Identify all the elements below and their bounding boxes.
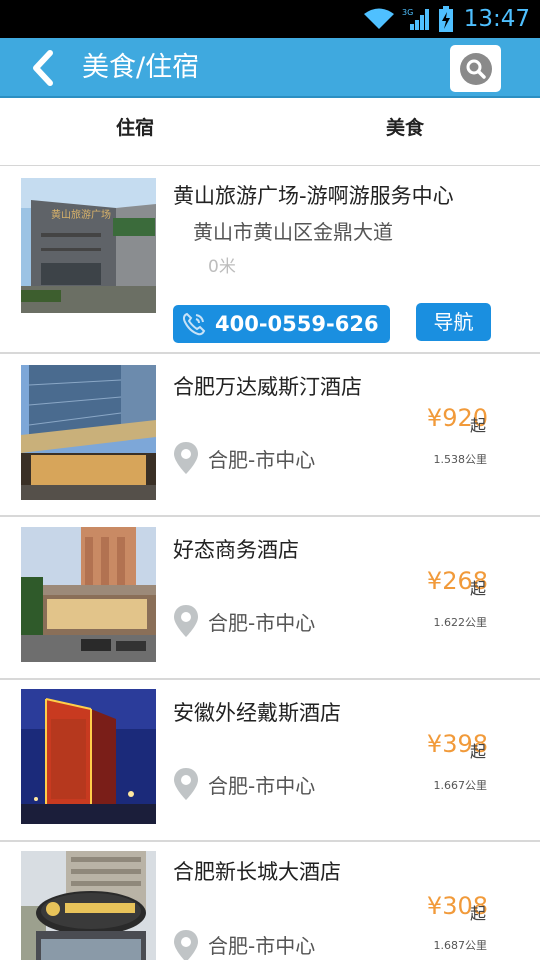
hotel-location: 合肥-市中心	[208, 448, 316, 472]
tab-food[interactable]: 美食	[270, 100, 540, 165]
location-pin-icon	[172, 767, 200, 805]
hotel-location: 合肥-市中心	[208, 611, 316, 635]
featured-distance: 0米	[208, 257, 236, 277]
hotel-distance: 1.622公里	[433, 616, 488, 629]
hotel-name: 合肥万达威斯汀酒店	[173, 375, 362, 399]
wifi-icon	[362, 7, 396, 31]
featured-sign-text: 黄山旅游广场	[51, 208, 111, 221]
back-arrow-icon	[33, 50, 53, 86]
category-tabs: 住宿 美食	[0, 100, 540, 166]
list-item-hotel[interactable]: 合肥万达威斯汀酒店 ¥920 起 合肥-市中心 1.538公里	[0, 354, 540, 517]
phone-number: 400-0559-626	[215, 312, 379, 336]
hotel-thumbnail	[21, 689, 156, 824]
back-button[interactable]	[22, 48, 62, 88]
hotel-name: 合肥新长城大酒店	[173, 860, 341, 884]
status-time: 13:47	[463, 6, 530, 32]
network-type-label: 3G	[402, 8, 413, 17]
location-pin-icon	[172, 441, 200, 479]
location-pin-icon	[172, 604, 200, 642]
app-header: 美食/住宿	[0, 38, 540, 98]
price-suffix: 起	[470, 742, 487, 761]
hotel-distance: 1.667公里	[433, 779, 488, 792]
hotel-location: 合肥-市中心	[208, 934, 316, 958]
hotel-name: 好态商务酒店	[173, 538, 299, 562]
phone-icon	[182, 312, 206, 336]
featured-address: 黄山市黄山区金鼎大道	[193, 220, 393, 244]
list-item-hotel[interactable]: 合肥新长城大酒店 ¥308 起 合肥-市中心 1.687公里	[0, 842, 540, 960]
hotel-thumbnail	[21, 851, 156, 960]
hotel-distance: 1.687公里	[433, 939, 488, 952]
price-suffix: 起	[470, 416, 487, 435]
featured-thumbnail: 黄山旅游广场	[21, 178, 156, 313]
page-title: 美食/住宿	[82, 52, 200, 83]
search-button[interactable]	[450, 45, 501, 92]
list-item-hotel[interactable]: 好态商务酒店 ¥268 起 合肥-市中心 1.622公里	[0, 517, 540, 680]
hotel-name: 安徽外经戴斯酒店	[173, 701, 341, 725]
signal-icon: 3G	[402, 6, 432, 32]
hotel-thumbnail	[21, 365, 156, 500]
price-suffix: 起	[470, 904, 487, 923]
hotel-location: 合肥-市中心	[208, 774, 316, 798]
call-button[interactable]: 400-0559-626	[173, 305, 390, 343]
navigate-button[interactable]: 导航	[416, 303, 491, 341]
search-icon	[459, 52, 492, 85]
tab-lodging[interactable]: 住宿	[0, 100, 270, 165]
hotel-distance: 1.538公里	[433, 453, 488, 466]
battery-icon	[438, 6, 454, 32]
status-bar: 3G 13:47	[0, 0, 540, 38]
price-suffix: 起	[470, 579, 487, 598]
hotel-thumbnail	[21, 527, 156, 662]
location-pin-icon	[172, 929, 200, 960]
list-item-featured[interactable]: 黄山旅游广场 黄山旅游广场-游啊游服务中心 黄山市黄山区金鼎大道 0米 400-…	[0, 166, 540, 354]
list-item-hotel[interactable]: 安徽外经戴斯酒店 ¥398 起 合肥-市中心 1.667公里	[0, 680, 540, 842]
featured-name: 黄山旅游广场-游啊游服务中心	[173, 184, 454, 208]
